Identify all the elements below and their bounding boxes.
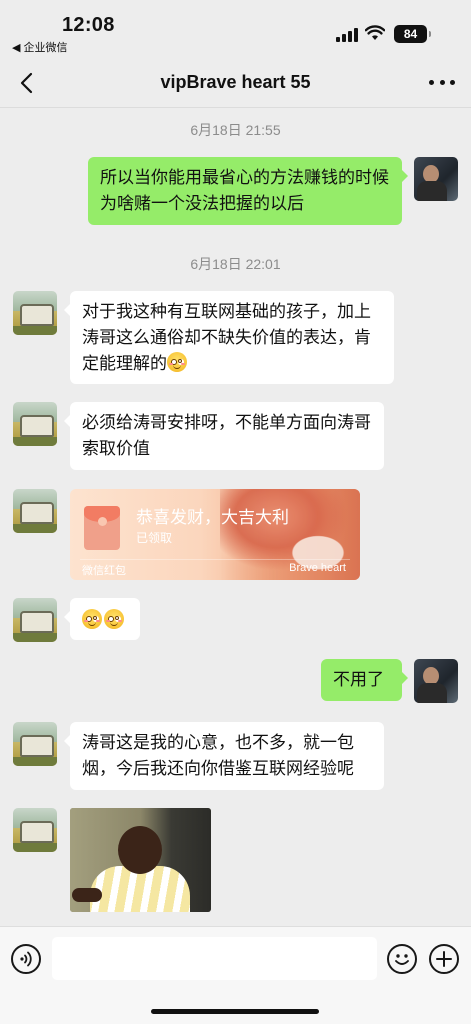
message-input[interactable] — [52, 937, 377, 980]
emoji-button[interactable] — [387, 944, 417, 974]
emoji-blush-icon — [167, 352, 187, 372]
avatar-contact[interactable] — [13, 291, 57, 335]
red-packet-status: 已领取 — [136, 531, 173, 545]
plus-icon — [436, 951, 452, 967]
message-timestamp: 6月18日 21:55 — [190, 122, 281, 138]
image-message[interactable] — [70, 808, 211, 912]
home-indicator[interactable] — [151, 1009, 319, 1014]
more-actions-button[interactable] — [429, 944, 459, 974]
emoji-icon — [395, 954, 409, 965]
red-packet-label: 微信红包 — [82, 565, 126, 577]
avatar-contact[interactable] — [13, 722, 57, 766]
more-dots-icon[interactable] — [429, 72, 455, 92]
wifi-icon — [365, 25, 385, 40]
status-bar: 12:08 ◀ 企业微信 84 — [0, 0, 471, 58]
image-figure-head — [118, 826, 162, 874]
message-bubble-self[interactable]: 不用了 — [321, 659, 408, 701]
message-text: 对于我这种有互联网基础的孩子，加上涛哥这么通俗却不缺失价值的表达，肯定能理解的 — [82, 302, 371, 373]
back-chevron-icon — [20, 72, 33, 94]
red-packet-divider — [80, 559, 350, 560]
chat-header: vipBrave heart 55 — [0, 58, 471, 108]
back-button[interactable] — [14, 70, 38, 96]
message-timestamp: 6月18日 22:01 — [190, 256, 281, 272]
avatar-contact[interactable] — [13, 808, 57, 852]
avatar-contact[interactable] — [13, 402, 57, 446]
message-bubble-other[interactable] — [64, 598, 140, 640]
back-to-app-link[interactable]: ◀ 企业微信 — [12, 39, 68, 55]
red-packet-sender: Brave heart — [289, 562, 346, 574]
signal-icon — [336, 28, 358, 42]
avatar-self[interactable] — [414, 157, 458, 201]
message-bubble-self[interactable]: 所以当你能用最省心的方法赚钱的时候 为啥赌一个没法把握的以后 — [88, 157, 408, 225]
status-time: 12:08 — [62, 14, 115, 36]
voice-input-button[interactable] — [11, 944, 41, 974]
message-list[interactable]: 6月18日 21:55 所以当你能用最省心的方法赚钱的时候 为啥赌一个没法把握的… — [0, 108, 471, 926]
emoji-blush-icon — [82, 609, 102, 629]
battery-indicator: 84 — [394, 25, 431, 43]
message-bubble-other[interactable]: 涛哥这是我的心意，也不多，就一包烟，今后我还向你借鉴互联网经验呢 — [64, 722, 384, 790]
avatar-contact[interactable] — [13, 489, 57, 533]
avatar-contact[interactable] — [13, 598, 57, 642]
chat-title: vipBrave heart 55 — [160, 72, 311, 92]
emoji-blush-icon — [104, 609, 124, 629]
avatar-self[interactable] — [414, 659, 458, 703]
red-packet-greeting: 恭喜发财，大吉大利 — [136, 508, 289, 527]
image-figure-arm — [72, 888, 102, 902]
red-packet-card[interactable]: 恭喜发财，大吉大利 已领取 微信红包 Brave heart — [70, 489, 360, 580]
message-bubble-other[interactable]: 对于我这种有互联网基础的孩子，加上涛哥这么通俗却不缺失价值的表达，肯定能理解的 — [64, 291, 394, 384]
voice-icon — [20, 951, 32, 967]
red-envelope-icon — [84, 506, 120, 550]
message-bubble-other[interactable]: 必须给涛哥安排呀，不能单方面向涛哥索取价值 — [64, 402, 384, 470]
